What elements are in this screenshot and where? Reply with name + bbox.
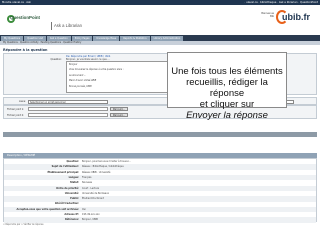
sub-nav[interactable]: My Questions · Question Activity · Pendi… bbox=[0, 41, 320, 45]
footer-note: < Répondre par > Vérifier la réponse bbox=[3, 223, 44, 226]
links-label: Liens: bbox=[18, 100, 26, 103]
title-left: Moodle ulaval.ca · Ask bbox=[2, 1, 31, 4]
script-select-1[interactable]: Sélectionner un script personnel bbox=[28, 99, 108, 104]
action-bar bbox=[3, 132, 317, 137]
file-input-2[interactable] bbox=[28, 113, 108, 117]
detail-row: Référence: Bonjour, UBIB bbox=[4, 217, 316, 223]
instruction-callout: Une fois tous les éléments recueillis, r… bbox=[167, 52, 287, 121]
tab-my-questions[interactable]: My Questions bbox=[1, 35, 24, 41]
file-input-1[interactable] bbox=[28, 107, 108, 111]
file-label-2: Fichier joint 2: bbox=[7, 113, 24, 117]
answer-line: Bonne journée, UBIB bbox=[69, 84, 92, 88]
tab-knowledge-base[interactable]: Knowledge Base bbox=[93, 35, 120, 41]
tagline: Ask a Librarian bbox=[54, 23, 82, 28]
tab-reports[interactable]: Reports & Statistics bbox=[120, 35, 150, 41]
answer-line: Le document ... bbox=[69, 73, 87, 77]
answer-line: Bonjour bbox=[69, 63, 78, 66]
file-label-1: Fichier joint 1: bbox=[7, 107, 24, 111]
callout-line-1: Une fois tous les éléments bbox=[171, 66, 283, 77]
page-title: Répondre à la question bbox=[3, 48, 48, 52]
brand-divider bbox=[51, 22, 52, 30]
question-label: Question: bbox=[50, 58, 63, 61]
answer-line: Merci d'avoir utilisé UBIB bbox=[69, 79, 97, 83]
answer-line: Vous trouverez la réponse à votre questi… bbox=[69, 68, 124, 72]
tab-ask-question[interactable]: Ask a Question bbox=[46, 35, 71, 41]
answer-textarea[interactable]: Bonjour Vous trouverez la réponse à votr… bbox=[66, 61, 179, 93]
ubib-logo[interactable]: ubib.fr bbox=[276, 8, 316, 32]
user-greeting: Bienvenue Bib bbox=[252, 12, 274, 18]
callout-emphasis: Envoyer la réponse bbox=[186, 110, 268, 121]
tab-question-list[interactable]: Question List bbox=[24, 35, 46, 41]
ubib-logo-text: ubib.fr bbox=[282, 12, 310, 22]
browse-button-1[interactable]: Parcourir... bbox=[110, 107, 128, 111]
tab-admin[interactable]: Library Administration bbox=[150, 35, 184, 41]
user-line-2: Bib bbox=[270, 15, 274, 18]
callout-line-3: et cliquer sur bbox=[199, 99, 255, 110]
product-title: QuestionPoint bbox=[10, 15, 41, 20]
question-details: Question: Bonjour, pourriez-vous m'aider … bbox=[3, 158, 317, 223]
callout-line-2: recueillis, rédiger la réponse bbox=[186, 77, 268, 99]
browse-button-2[interactable]: Parcourir... bbox=[110, 113, 128, 117]
tab-policy-pages[interactable]: Policy Pages bbox=[71, 35, 93, 41]
